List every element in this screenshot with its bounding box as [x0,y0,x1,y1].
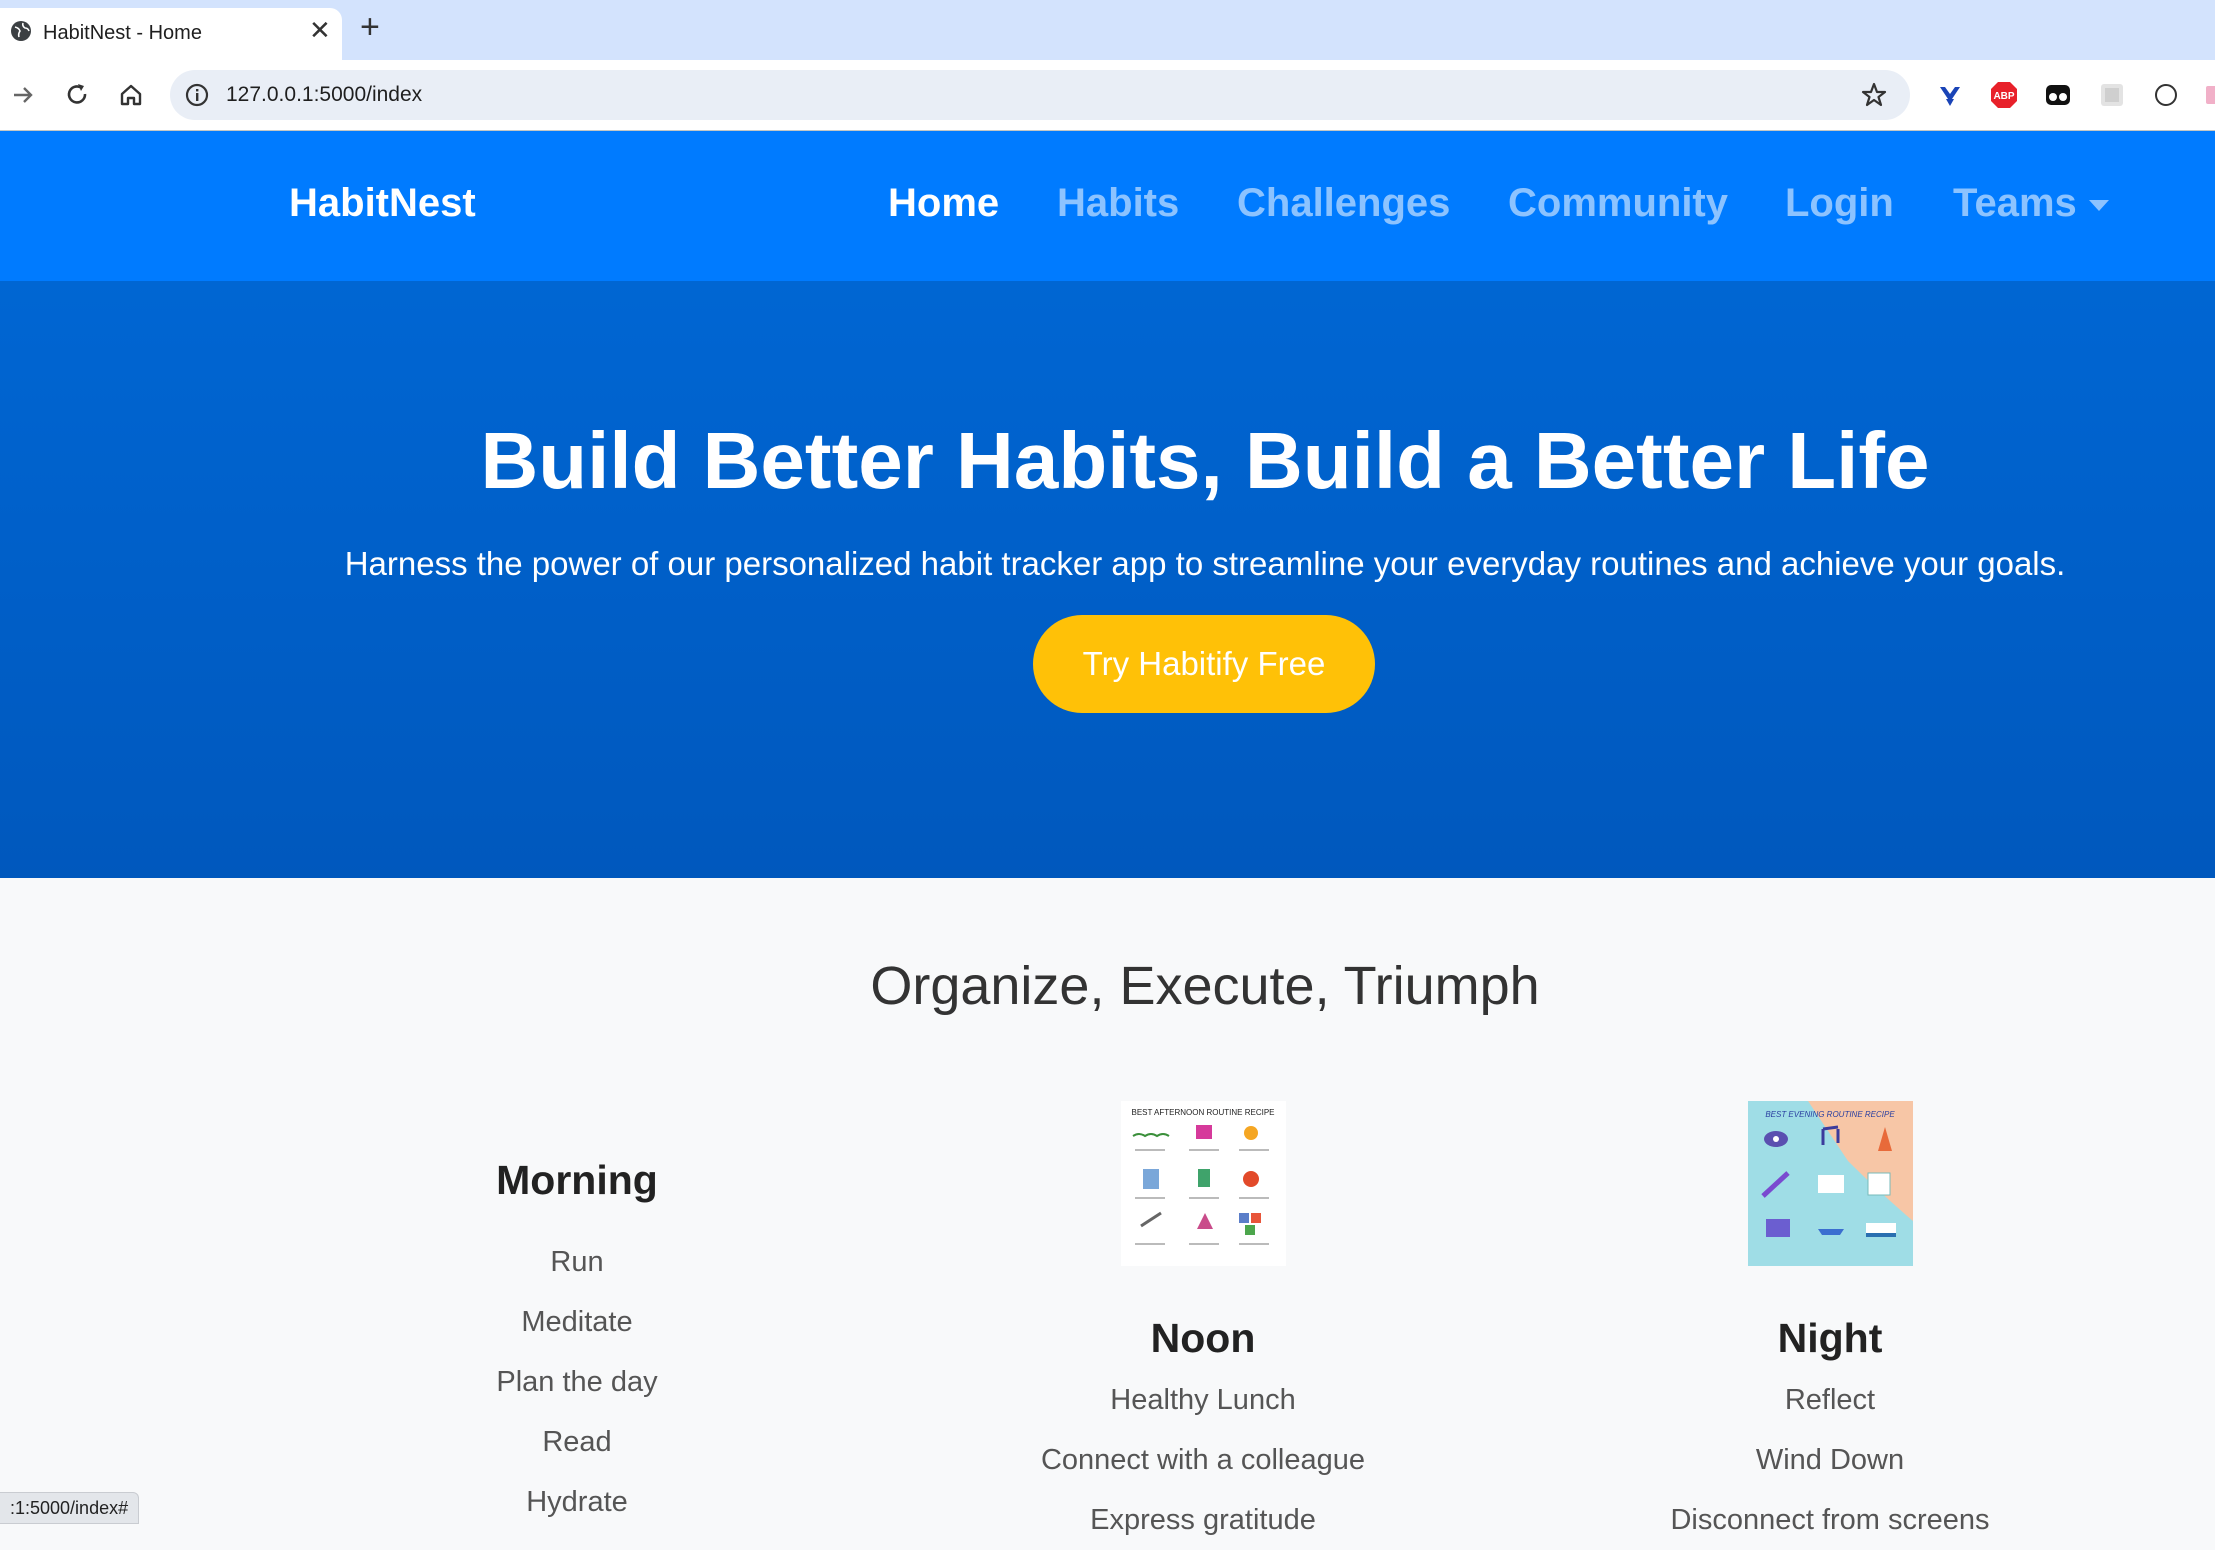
list-item: Connect with a colleague [1040,1444,1366,1476]
reload-icon[interactable] [62,80,92,110]
caret-down-icon [2088,199,2109,211]
circle-extension-icon[interactable] [2151,80,2181,110]
list-item: Plan the day [496,1366,658,1398]
globe-icon [11,21,31,41]
list-item: Wind Down [1755,1444,1905,1476]
list-item: Reflect [1784,1384,1876,1416]
site-info-icon[interactable] [184,82,210,108]
home-icon[interactable] [116,80,146,110]
morning-title: Morning [496,1157,658,1203]
evening-image-caption: BEST EVENING ROUTINE RECIPE [1765,1110,1895,1119]
list-item: Hydrate [526,1486,628,1518]
browser-tab[interactable]: HabitNest - Home ✕ [0,8,342,60]
forward-icon[interactable] [8,80,38,110]
nav-challenges[interactable]: Challenges [1237,181,1450,226]
tab-title: HabitNest - Home [43,22,202,44]
hero-subtitle: Harness the power of our personalized ha… [344,545,2066,582]
night-column: Night Reflect Wind Down Disconnect from … [1570,1310,2090,1550]
new-tab-icon[interactable]: + [360,10,380,44]
night-title: Night [1777,1315,1883,1361]
hero-title: Build Better Habits, Build a Better Life [480,416,1930,505]
extension-icon[interactable] [2204,80,2215,110]
nav-community[interactable]: Community [1508,181,1728,226]
address-bar[interactable]: 127.0.0.1:5000/index [170,70,1910,120]
routines-title: Organize, Execute, Triumph [870,956,1540,1016]
adblock-plus-icon[interactable]: ABP [1989,80,2019,110]
nav-teams-label: Teams [1953,181,2077,225]
morning-column: Morning Run Meditate Plan the day Read H… [317,1152,837,1532]
nav-teams-dropdown[interactable]: Teams [1953,181,2109,226]
afternoon-image-caption: BEST AFTERNOON ROUTINE RECIPE [1132,1108,1275,1117]
list-item: Express gratitude [1090,1504,1316,1536]
list-item: Disconnect from screens [1670,1504,1990,1536]
nav-login[interactable]: Login [1785,181,1894,226]
hero-section: Build Better Habits, Build a Better Life… [0,281,2215,878]
bookmark-star-icon[interactable] [1860,81,1888,109]
list-item: Read [542,1426,612,1458]
yoroi-icon[interactable] [1935,80,1965,110]
close-tab-icon[interactable]: ✕ [309,17,331,43]
brand-logo[interactable]: HabitNest [289,181,476,226]
list-item: Run [550,1246,604,1278]
status-bar-url: :1:5000/index# [0,1492,140,1524]
try-free-button[interactable]: Try Habitify Free [1033,615,1375,713]
browser-toolbar: 127.0.0.1:5000/index ABP [0,60,2215,130]
noon-column: Noon Healthy Lunch Connect with a collea… [943,1310,1463,1550]
nav-habits[interactable]: Habits [1057,181,1179,226]
url-text: 127.0.0.1:5000/index [226,83,423,106]
noon-title: Noon [1150,1315,1256,1361]
svg-text:ABP: ABP [1993,91,2014,102]
list-item: Healthy Lunch [1110,1384,1296,1416]
afternoon-routine-image: BEST AFTERNOON ROUTINE RECIPE [1121,1101,1286,1266]
navbar: HabitNest Home Habits Challenges Communi… [0,131,2215,281]
nav-home[interactable]: Home [888,181,999,226]
puzzle-extension-icon[interactable] [2097,80,2127,110]
browser-tab-strip: HabitNest - Home ✕ + [0,0,2215,60]
list-item: Meditate [521,1306,633,1338]
ghost-extension-icon[interactable] [2043,80,2073,110]
evening-routine-image: BEST EVENING ROUTINE RECIPE [1748,1101,1913,1266]
